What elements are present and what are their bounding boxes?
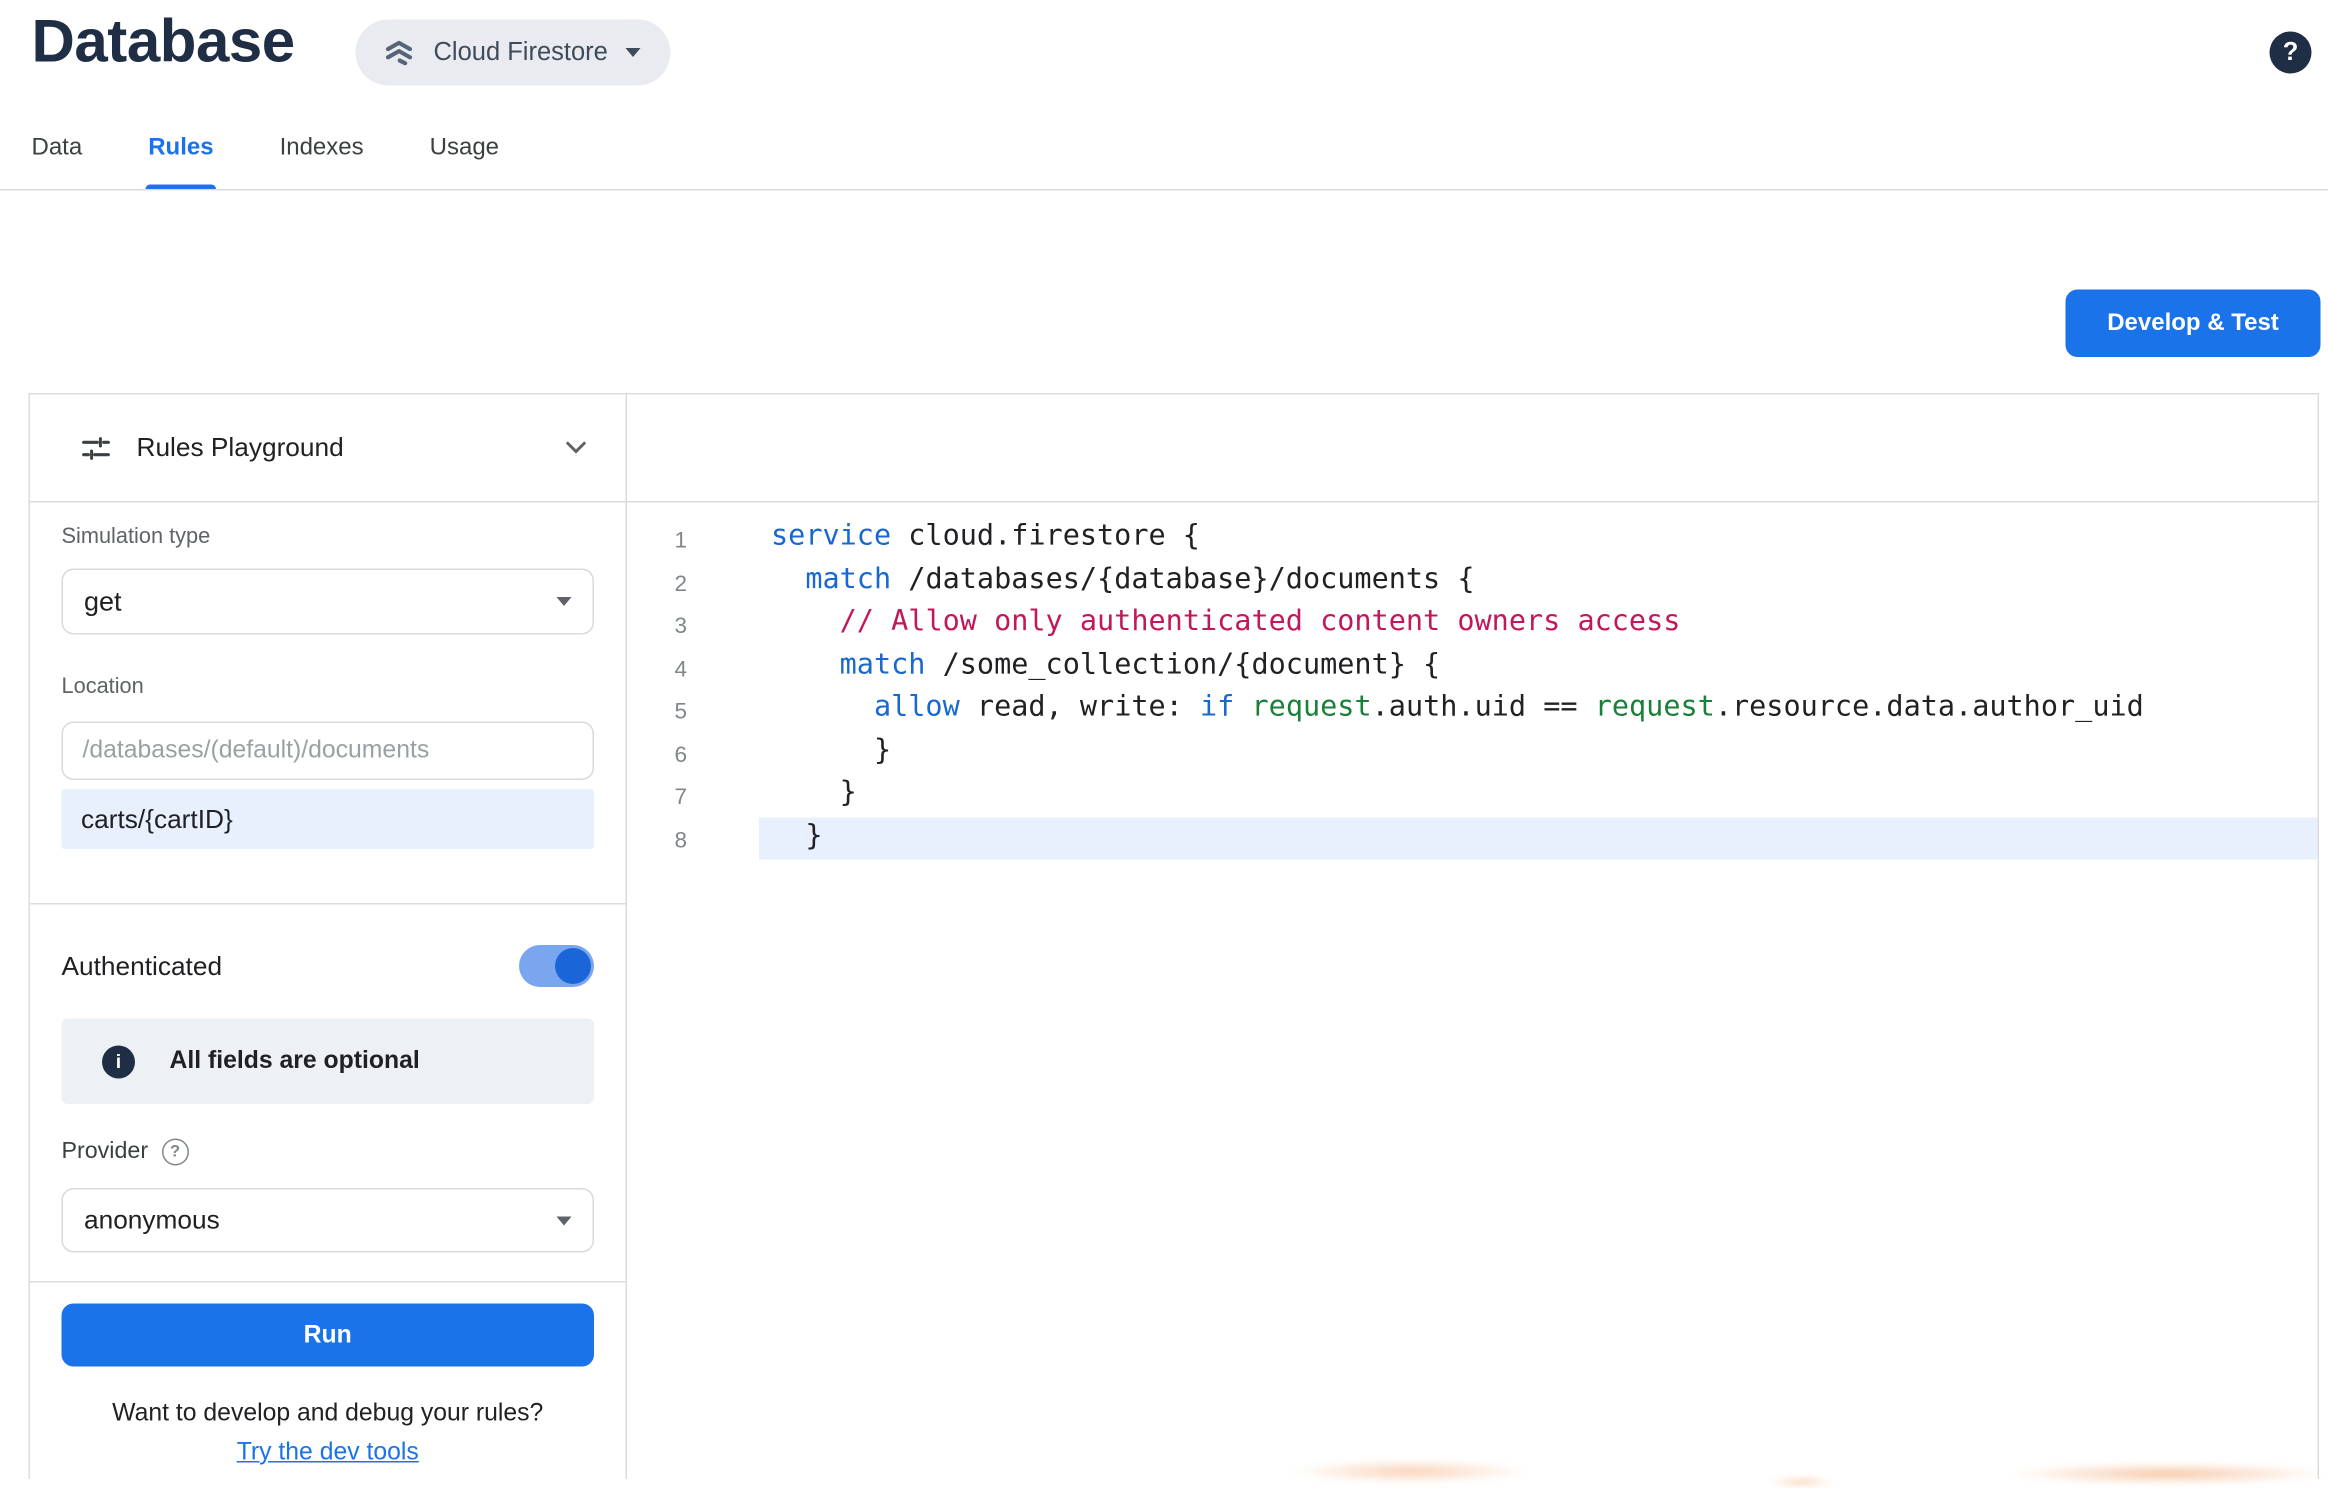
code-line-1[interactable]: 1 service cloud.firestore { [627,518,2318,561]
editor-toolbar [627,395,2318,503]
location-prefix: /databases/(default)/documents [62,722,595,781]
help-button[interactable]: ? [2270,32,2312,74]
collapse-chevron-icon[interactable] [566,441,587,455]
line-number: 8 [627,817,687,860]
line-content: // Allow only authenticated content owne… [759,603,2318,646]
rules-playground-header[interactable]: Rules Playground [30,395,626,503]
code-line-8[interactable]: 8 } [627,817,2318,860]
code-line-7[interactable]: 7 } [627,774,2318,817]
provider-value: anonymous [84,1205,220,1237]
line-content: } [759,817,2318,860]
dropdown-caret-icon [557,597,572,606]
line-content: match /some_collection/{document} { [759,646,2318,689]
line-number: 5 [627,689,687,732]
selector-label: Cloud Firestore [434,38,608,68]
provider-help-icon[interactable]: ? [162,1139,189,1166]
rules-code-editor[interactable]: 1service cloud.firestore {2 match /datab… [627,395,2318,1480]
dev-tools-link[interactable]: Try the dev tools [62,1439,595,1468]
page-title: Database [32,9,295,77]
info-banner: i All fields are optional [62,1019,595,1105]
info-text: All fields are optional [170,1047,420,1076]
run-button[interactable]: Run [62,1304,595,1367]
firestore-icon [383,36,416,69]
selector-caret-icon [626,48,641,57]
simulation-type-value: get [84,586,122,618]
develop-test-button[interactable]: Develop & Test [2066,290,2321,358]
auth-section: Authenticated i All fields are optional … [30,905,626,1253]
simulation-type-select[interactable]: get [62,569,595,635]
simulation-section: Simulation type get Location /databases/… [30,503,626,850]
line-content: } [759,774,2318,817]
code-line-3[interactable]: 3 // Allow only authenticated content ow… [627,603,2318,646]
tune-icon [80,431,113,464]
code-line-4[interactable]: 4 match /some_collection/{document} { [627,646,2318,689]
line-number: 7 [627,774,687,817]
dropdown-caret-icon [557,1216,572,1225]
tab-usage[interactable]: Usage [430,135,499,189]
line-content: } [759,731,2318,774]
authenticated-label: Authenticated [62,950,223,982]
authenticated-toggle[interactable] [519,945,594,987]
line-number: 2 [627,560,687,603]
line-number: 1 [627,518,687,561]
firebase-database-page: Database Cloud Firestore ? Data Rules In… [0,0,2328,1473]
rules-panel: Rules Playground Simulation type get Loc… [29,393,2320,1479]
line-content: allow read, write: if request.auth.uid =… [759,689,2318,732]
tab-indexes[interactable]: Indexes [280,135,364,189]
code-line-2[interactable]: 2 match /databases/{database}/documents … [627,560,2318,603]
rules-playground-sidebar: Rules Playground Simulation type get Loc… [30,395,627,1480]
provider-label: Provider [62,1139,149,1166]
help-icon: ? [2283,38,2299,68]
location-label: Location [62,675,595,699]
line-content: match /databases/{database}/documents { [759,560,2318,603]
line-number: 6 [627,731,687,774]
info-icon: i [102,1045,135,1078]
simulation-type-label: Simulation type [62,525,595,549]
tab-data[interactable]: Data [32,135,83,189]
database-product-selector[interactable]: Cloud Firestore [356,20,671,86]
rules-playground-title: Rules Playground [137,432,566,464]
dev-tools-prompt: Want to develop and debug your rules? [62,1400,595,1429]
code-lines: 1service cloud.firestore {2 match /datab… [627,503,2318,860]
tab-bar: Data Rules Indexes Usage [32,135,500,189]
run-section: Run Want to develop and debug your rules… [30,1283,626,1468]
line-content: service cloud.firestore { [759,518,2318,561]
tab-rules[interactable]: Rules [148,135,213,189]
code-line-5[interactable]: 5 allow read, write: if request.auth.uid… [627,689,2318,732]
code-line-6[interactable]: 6 } [627,731,2318,774]
line-number: 4 [627,646,687,689]
toggle-knob [555,948,591,984]
line-number: 3 [627,603,687,646]
provider-select[interactable]: anonymous [62,1188,595,1253]
location-input[interactable]: carts/{cartID} [62,789,595,849]
tab-bar-divider [0,189,2328,191]
